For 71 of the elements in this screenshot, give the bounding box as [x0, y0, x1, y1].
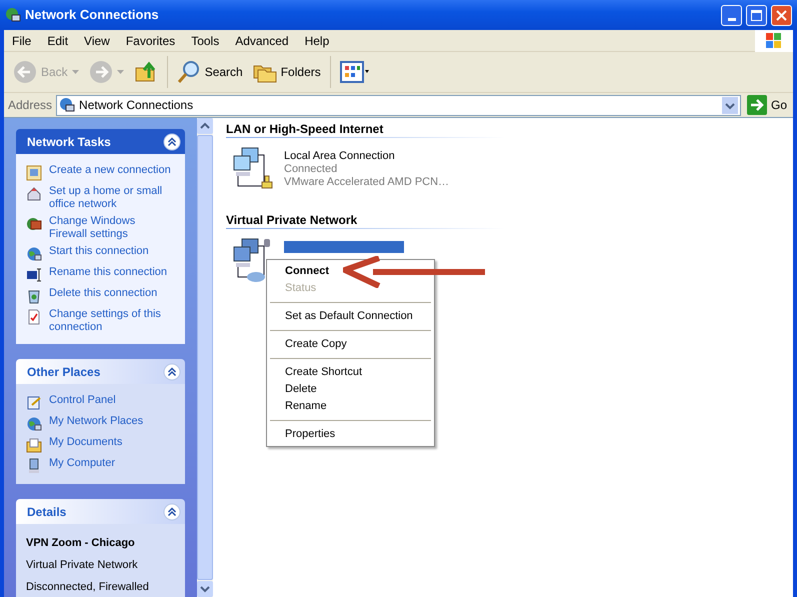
- menu-item[interactable]: Delete: [269, 381, 432, 398]
- window-title: Network Connections: [25, 6, 160, 24]
- control-panel-icon: [26, 395, 42, 411]
- globe-icon: [26, 246, 42, 262]
- menu-item[interactable]: Help: [296, 32, 338, 50]
- globe-icon: [26, 416, 42, 432]
- menu-item[interactable]: Edit: [39, 32, 76, 50]
- scroll-down-icon[interactable]: [197, 581, 213, 597]
- detail-text: VPN Zoom - Chicago: [26, 536, 136, 551]
- menu-item[interactable]: Connect: [269, 263, 432, 280]
- scroll-up-icon[interactable]: [197, 118, 213, 134]
- collapse-icon[interactable]: [163, 362, 181, 380]
- group-heading: Virtual Private Network: [226, 212, 358, 228]
- rename-icon: [26, 267, 42, 283]
- network-icon: [5, 7, 21, 23]
- menu-item[interactable]: Tools: [183, 32, 228, 50]
- menu-item[interactable]: Favorites: [118, 32, 184, 50]
- search-icon: [176, 60, 201, 84]
- collapse-icon[interactable]: [163, 502, 181, 520]
- go-button[interactable]: Go: [744, 95, 789, 115]
- bin-icon: [26, 288, 42, 304]
- document-check-icon: [26, 309, 42, 325]
- views-icon: [340, 61, 370, 83]
- minimize-button[interactable]: [721, 4, 742, 26]
- detail-text: Disconnected, Firewalled: [26, 580, 150, 595]
- detail-text: Virtual Private Network: [26, 558, 139, 573]
- task-link[interactable]: Control Panel: [49, 394, 116, 407]
- search-button[interactable]: Search: [174, 55, 246, 89]
- panel-header[interactable]: Other Places: [16, 359, 185, 384]
- menu-item[interactable]: Advanced: [227, 32, 297, 50]
- folder-icon: [26, 437, 42, 453]
- folders-button[interactable]: Folders: [250, 55, 324, 89]
- task-link[interactable]: Rename this connection: [49, 266, 168, 279]
- task-link[interactable]: Set up a home or small office network: [49, 185, 175, 211]
- house-icon: [26, 186, 42, 202]
- network-icon: [59, 97, 76, 113]
- maximize-icon: [751, 10, 762, 20]
- menu-item[interactable]: Set as Default Connection: [269, 308, 432, 325]
- collapse-icon[interactable]: [163, 132, 181, 150]
- close-button[interactable]: [771, 4, 792, 26]
- task-link[interactable]: My Documents: [49, 436, 122, 449]
- task-link[interactable]: Start this connection: [49, 245, 149, 258]
- minimize-icon: [728, 18, 736, 20]
- address-field[interactable]: Network Connections: [56, 94, 741, 116]
- task-link[interactable]: Delete this connection: [49, 287, 158, 300]
- task-link[interactable]: Change settings of this connection: [49, 308, 175, 334]
- menu-item[interactable]: Create Copy: [269, 336, 432, 353]
- dropdown-caret-icon: [72, 70, 79, 74]
- panel-header[interactable]: Details: [16, 499, 185, 524]
- menu-item[interactable]: View: [76, 32, 118, 50]
- menu-item[interactable]: Properties: [269, 426, 432, 443]
- connection-label[interactable]: Local Area Connection Connected VMware Accelerated AMD PCN…: [284, 150, 450, 189]
- address-label: Address: [8, 97, 52, 114]
- task-link[interactable]: My Computer: [49, 457, 116, 470]
- menu-item[interactable]: File: [4, 32, 40, 50]
- close-icon: [776, 10, 787, 20]
- dropdown-caret-icon: [116, 70, 124, 74]
- brick-wall-icon: [26, 216, 42, 232]
- task-link[interactable]: My Network Places: [49, 415, 144, 428]
- menu-item[interactable]: Create Shortcut: [269, 364, 432, 381]
- menu-item[interactable]: Rename: [269, 398, 432, 415]
- new-connection-icon: [26, 165, 42, 181]
- task-link[interactable]: Change Windows Firewall settings: [49, 215, 175, 241]
- dropdown-icon[interactable]: [722, 96, 738, 114]
- windows-flag-icon: [755, 30, 793, 52]
- group-heading: LAN or High-Speed Internet: [226, 121, 384, 137]
- task-link[interactable]: Create a new connection: [49, 164, 171, 177]
- folder-up-icon: [134, 60, 158, 84]
- panel-header[interactable]: Network Tasks: [16, 129, 185, 154]
- computer-icon: [26, 458, 42, 474]
- maximize-button[interactable]: [746, 4, 767, 26]
